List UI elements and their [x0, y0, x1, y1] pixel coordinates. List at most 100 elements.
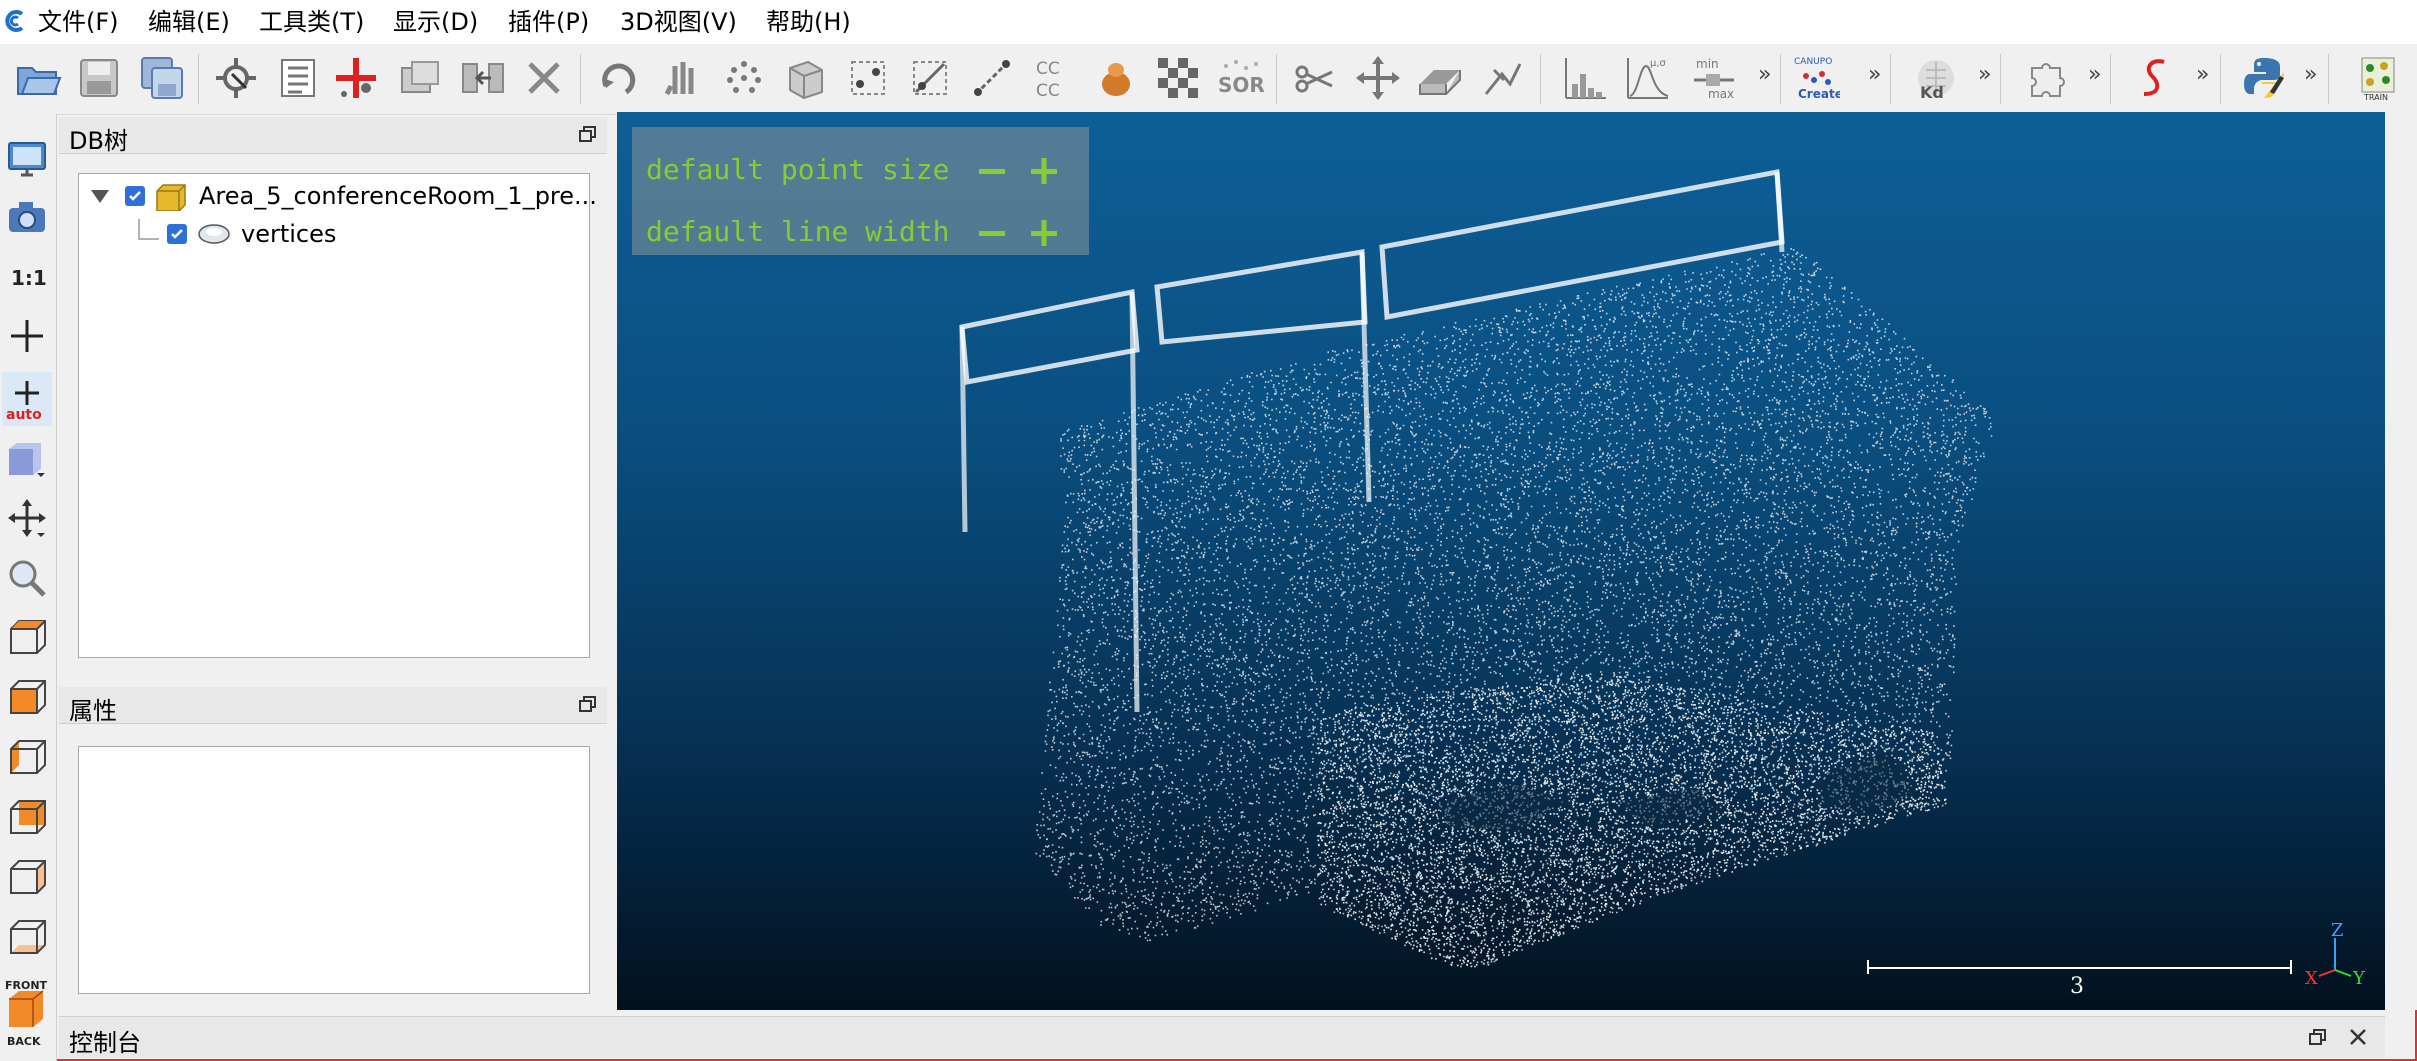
properties-header: 属性: [59, 687, 607, 725]
line-width-minus-button[interactable]: [974, 215, 1010, 251]
scale-bar: [1867, 967, 2292, 969]
scale-bar-value: 3: [2070, 974, 2084, 999]
toolbar-overflow-4[interactable]: »: [2088, 62, 2101, 87]
menu-edit[interactable]: 编辑(E): [148, 4, 230, 40]
menu-display[interactable]: 显示(D): [393, 4, 478, 40]
point-cloud-icon: [198, 224, 230, 244]
view-front-button[interactable]: [2, 670, 52, 724]
plugin-button[interactable]: [2020, 52, 2072, 104]
pick-rotation-center-button[interactable]: [210, 52, 262, 104]
align-box-icon: [913, 61, 947, 95]
expand-triangle-icon[interactable]: [87, 183, 113, 209]
fullscreen-view-button[interactable]: [2, 132, 52, 186]
toolbar-overflow-5[interactable]: »: [2196, 62, 2209, 87]
interaction-mode-button[interactable]: [2, 492, 52, 546]
screenshot-button[interactable]: [2, 191, 52, 245]
close-icon[interactable]: [2347, 1026, 2369, 1048]
translate-rotate-button[interactable]: [1352, 52, 1404, 104]
float-panel-icon[interactable]: [2307, 1026, 2329, 1048]
canupo-create-icon: CANUPO Create: [1794, 57, 1840, 101]
menu-3d-view[interactable]: 3D视图(V): [620, 4, 737, 40]
distance-button[interactable]: [966, 52, 1018, 104]
point-size-minus-button[interactable]: [974, 153, 1010, 189]
point-pair-button[interactable]: [842, 52, 894, 104]
sandbag-icon: [1102, 63, 1130, 96]
list-button[interactable]: [272, 52, 324, 104]
sample-button[interactable]: [655, 52, 707, 104]
open-button[interactable]: [12, 52, 64, 104]
vertices-label[interactable]: vertices: [241, 220, 336, 248]
view-right-button[interactable]: [2, 850, 52, 904]
menu-help[interactable]: 帮助(H): [766, 4, 851, 40]
histogram-icon: [1565, 58, 1606, 99]
menu-file[interactable]: 文件(F): [38, 4, 119, 40]
svg-text:Kd: Kd: [1920, 83, 1944, 102]
cloud-compare-button[interactable]: CC CC: [1028, 52, 1080, 104]
tree-row-root[interactable]: Area_5_conferenceRoom_1_pre...: [87, 178, 597, 214]
histogram-button[interactable]: [1560, 52, 1612, 104]
right-dock-edge: [2385, 112, 2417, 1010]
save-button[interactable]: [73, 52, 125, 104]
statistics-button[interactable]: μ,σ: [1622, 52, 1674, 104]
magnifier-icon: [9, 560, 46, 597]
cube-left-icon: [10, 740, 46, 774]
svg-text:CC: CC: [1036, 59, 1060, 79]
vertices-visibility-checkbox[interactable]: [167, 224, 187, 244]
delete-button[interactable]: [518, 52, 570, 104]
zoom-button[interactable]: [2, 551, 52, 605]
align-button[interactable]: [904, 52, 956, 104]
root-entity-label[interactable]: Area_5_conferenceRoom_1_pre...: [199, 182, 597, 210]
transform-button[interactable]: [592, 52, 644, 104]
noise-filter-button[interactable]: [1152, 52, 1204, 104]
menu-tools[interactable]: 工具类(T): [259, 4, 364, 40]
svg-text:Z: Z: [2331, 920, 2344, 941]
toolbar-overflow-2[interactable]: »: [1868, 62, 1881, 87]
view-left-button[interactable]: [2, 730, 52, 784]
minus-icon: [979, 231, 1005, 236]
cross-section-button[interactable]: [1414, 52, 1466, 104]
clone-icon: [401, 61, 439, 93]
sandbox-button[interactable]: [1090, 52, 1142, 104]
root-visibility-checkbox[interactable]: [125, 186, 145, 206]
kdtree-button[interactable]: Kd: [1910, 52, 1962, 104]
curve-plugin-button[interactable]: [2130, 52, 2182, 104]
mesh-button[interactable]: [780, 52, 832, 104]
toolbar-overflow-1[interactable]: »: [1758, 62, 1771, 87]
subsample-button[interactable]: [718, 52, 770, 104]
canupo-button[interactable]: CANUPO Create: [1790, 52, 1842, 104]
set-center-button[interactable]: [2, 309, 52, 363]
point-size-plus-button[interactable]: [1026, 153, 1062, 189]
line-width-plus-button[interactable]: [1026, 215, 1062, 251]
toolbar-overflow-3[interactable]: »: [1978, 62, 1991, 87]
view-iso-button[interactable]: FRONT BACK: [2, 972, 52, 1052]
auto-center-button[interactable]: auto: [2, 372, 52, 426]
sor-filter-button[interactable]: SOR: [1214, 52, 1266, 104]
sor-icon: SOR: [1218, 60, 1264, 97]
view-back-button[interactable]: [2, 790, 52, 844]
filter-by-value-button[interactable]: min max: [1688, 52, 1740, 104]
view-top-button[interactable]: [2, 610, 52, 664]
db-tree-view[interactable]: Area_5_conferenceRoom_1_pre... vertices: [78, 173, 597, 658]
clone-button[interactable]: [394, 52, 446, 104]
trace-polyline-button[interactable]: [1476, 52, 1528, 104]
save-all-button[interactable]: [136, 52, 188, 104]
python-button[interactable]: [2238, 52, 2290, 104]
projection-mode-button[interactable]: [2, 432, 52, 486]
view-bottom-button[interactable]: [2, 910, 52, 964]
segment-button[interactable]: [1288, 52, 1340, 104]
menu-bar: 文件(F) 编辑(E) 工具类(T) 显示(D) 插件(P) 3D视图(V) 帮…: [0, 0, 2417, 44]
svg-text:BACK: BACK: [7, 1035, 41, 1048]
tree-row-vertices[interactable]: vertices: [137, 216, 336, 252]
properties-view[interactable]: [78, 746, 590, 994]
menu-plugins[interactable]: 插件(P): [508, 4, 589, 40]
svg-text:FRONT: FRONT: [5, 979, 48, 992]
toolbar-overflow-6[interactable]: »: [2304, 62, 2317, 87]
train-button[interactable]: TRAIN: [2352, 52, 2404, 104]
save-disk-icon: [80, 59, 118, 97]
float-panel-icon[interactable]: [577, 123, 599, 145]
zoom-1-1-button[interactable]: 1:1: [2, 250, 52, 304]
add-point-button[interactable]: [330, 52, 382, 104]
3d-viewport[interactable]: default point size default line width 3 …: [617, 112, 2385, 1010]
merge-button[interactable]: [457, 52, 509, 104]
float-panel-icon[interactable]: [577, 693, 599, 715]
